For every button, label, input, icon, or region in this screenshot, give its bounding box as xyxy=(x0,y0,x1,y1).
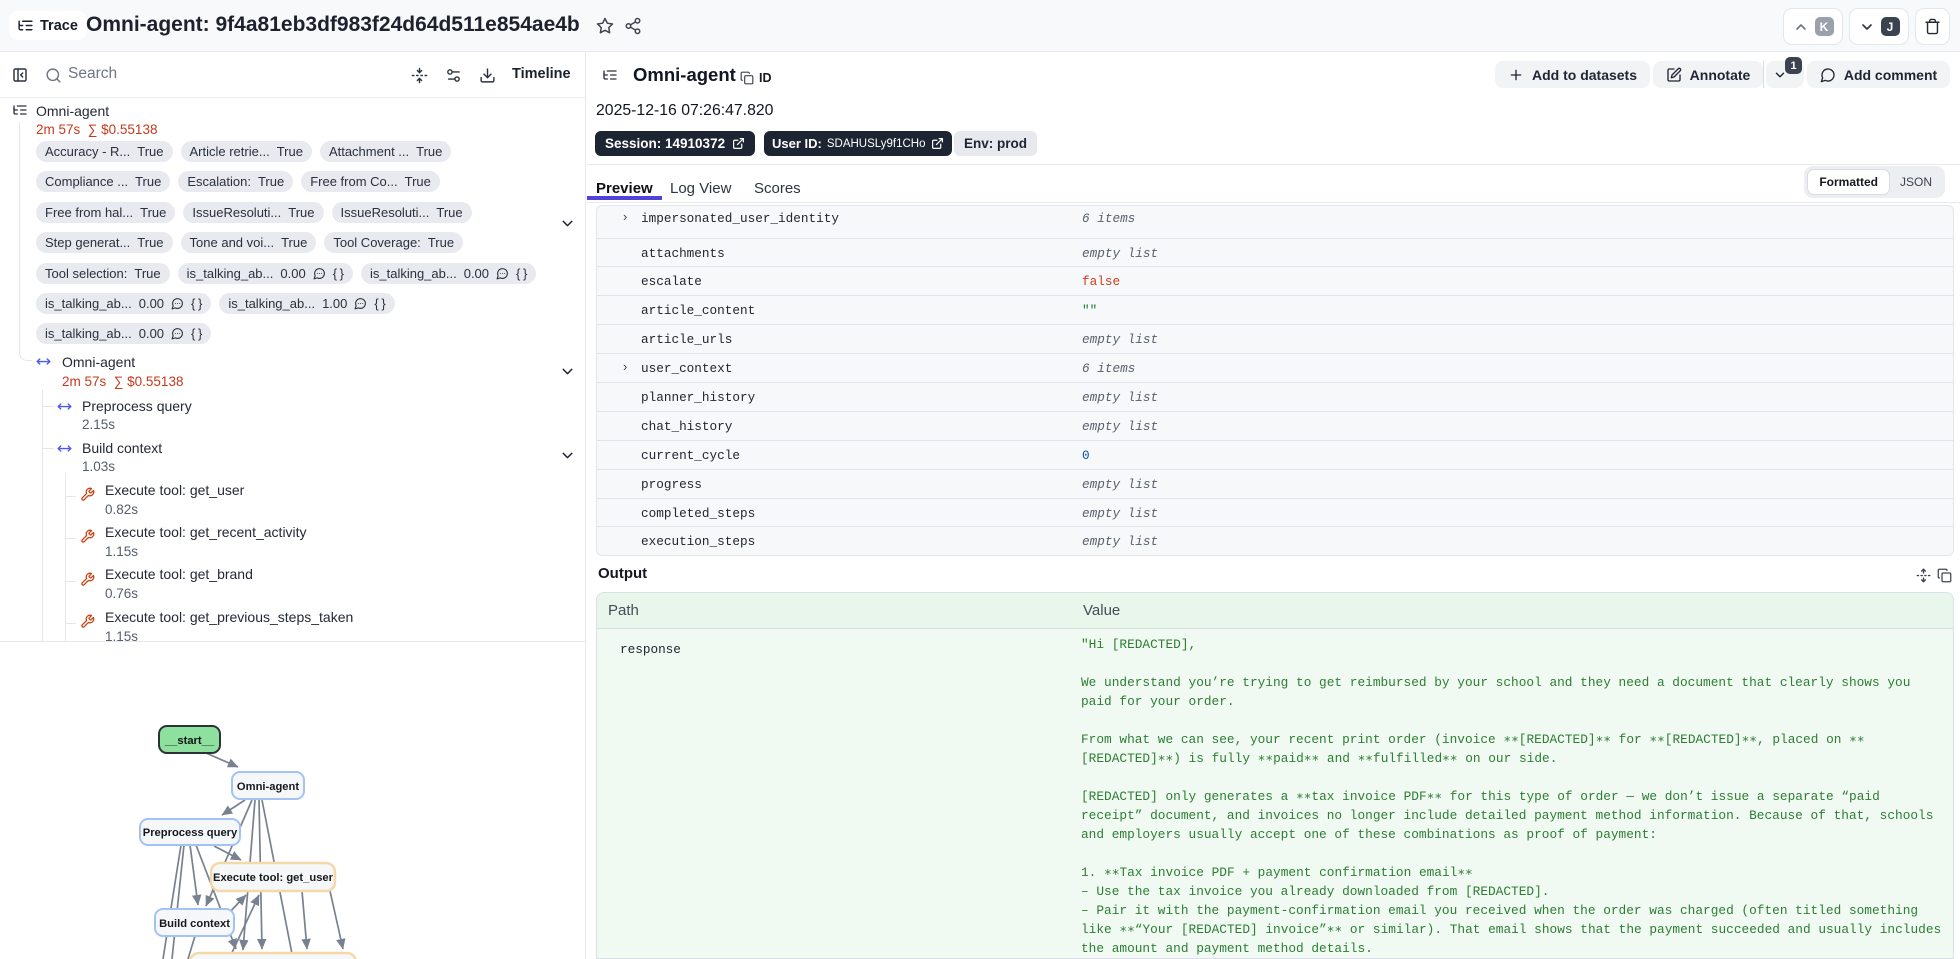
svg-text:Preprocess query: Preprocess query xyxy=(143,827,238,839)
svg-text:Execute tool: get_user: Execute tool: get_user xyxy=(213,872,334,884)
svg-text:Build context: Build context xyxy=(159,918,230,930)
svg-text:Omni-agent: Omni-agent xyxy=(237,781,299,793)
svg-text:__start__: __start__ xyxy=(164,735,215,747)
